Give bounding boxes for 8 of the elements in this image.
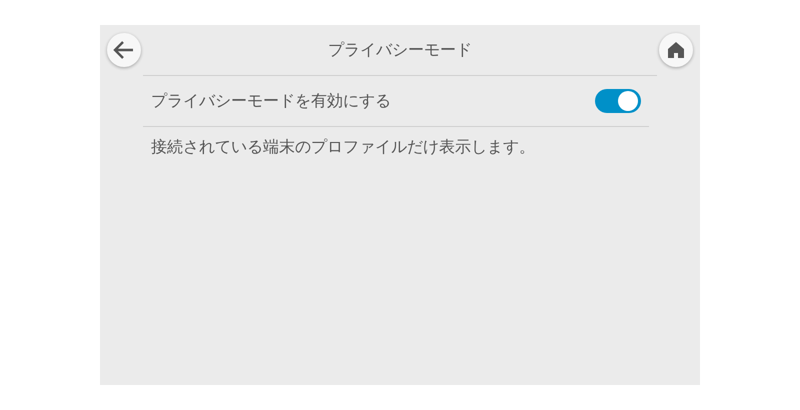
description-text: 接続されている端末のプロファイルだけ表示します。 bbox=[151, 137, 535, 156]
home-button[interactable] bbox=[659, 33, 693, 67]
screen-title: プライバシーモード bbox=[328, 39, 472, 61]
setting-label: プライバシーモードを有効にする bbox=[151, 90, 391, 112]
home-icon bbox=[667, 41, 685, 59]
toggle-switch[interactable] bbox=[595, 89, 641, 113]
back-arrow-icon bbox=[113, 40, 135, 60]
back-button[interactable] bbox=[107, 33, 141, 67]
